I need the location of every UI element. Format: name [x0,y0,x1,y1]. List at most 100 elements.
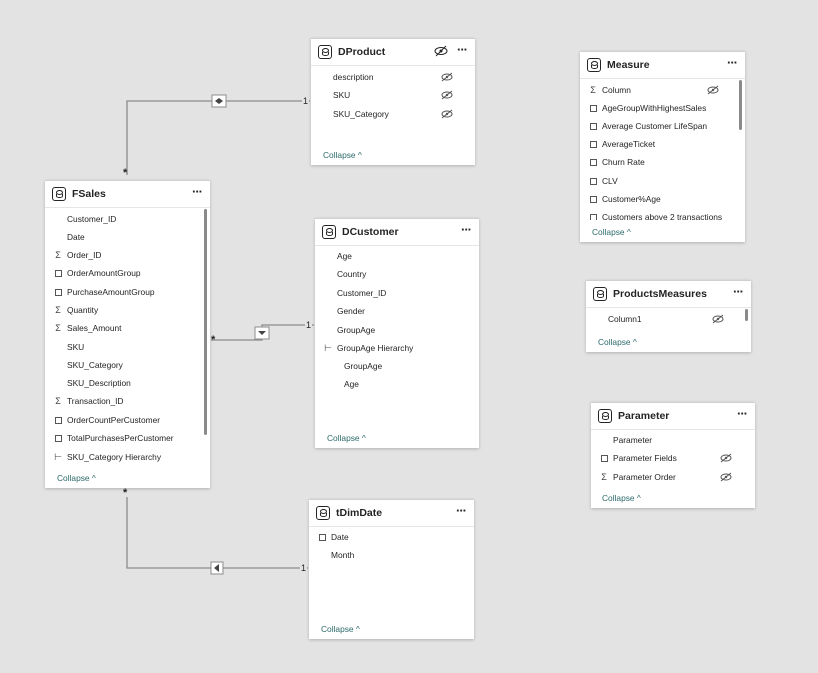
collapse-button[interactable]: Collapse ^ [323,150,362,160]
field-row[interactable]: Customer_ID [315,284,479,302]
field-row[interactable]: Age [315,247,479,265]
table-card-dproduct[interactable]: DProduct ··· description SKU SKU_Categor… [311,38,475,165]
field-row[interactable]: Customer_ID [45,210,210,228]
field-label: Age [337,251,352,261]
field-row[interactable]: Churn Rate [580,153,745,171]
table-header[interactable]: tDimDate ··· [309,500,474,527]
sigma-icon: Σ [55,305,61,315]
field-row[interactable]: Σ Sales_Amount [45,319,210,337]
table-card-productsmeasures[interactable]: ProductsMeasures ··· Column1 Collapse ^ [586,280,751,352]
more-options-icon[interactable]: ··· [461,222,472,237]
field-row[interactable]: Σ Quantity [45,301,210,319]
field-row[interactable]: Σ Column [580,81,745,99]
field-label: Parameter Order [613,472,676,482]
field-row[interactable]: Σ Order_ID [45,246,210,264]
table-header[interactable]: DCustomer ··· [315,219,479,246]
field-row[interactable]: Σ Transaction_ID [45,392,210,410]
calculator-icon [588,153,598,171]
field-row[interactable]: Month [309,546,474,564]
field-row[interactable]: Date [45,228,210,246]
eye-hidden-icon[interactable] [434,45,448,57]
table-header[interactable]: DProduct ··· [311,39,475,66]
table-card-measure[interactable]: Measure ··· Σ Column AgeGroupWithHighest… [580,51,745,242]
calculator-icon [588,190,598,208]
collapse-button[interactable]: Collapse ^ [592,227,631,237]
field-row[interactable]: SKU_Description [45,374,210,392]
hierarchy-icon: ⊢ [324,343,332,353]
field-row[interactable]: Parameter [591,431,755,449]
eye-hidden-icon[interactable] [720,472,732,482]
field-row[interactable]: Country [315,265,479,283]
field-row[interactable]: Column1 [586,310,751,328]
field-row[interactable]: Date [309,528,474,546]
eye-hidden-icon[interactable] [720,453,732,463]
table-icon [322,225,336,239]
field-row[interactable]: GroupAge [315,321,479,339]
more-options-icon[interactable]: ··· [733,284,744,299]
field-row[interactable]: OrderAmountGroup [45,264,210,282]
field-row[interactable]: GroupAge [315,357,479,375]
collapse-button[interactable]: Collapse ^ [327,433,366,443]
collapse-label: Collapse [57,473,90,483]
scrollbar[interactable] [739,80,742,130]
field-row[interactable]: SKU [311,86,475,104]
relationship-fsales-tdimdate[interactable] [126,497,308,569]
table-header[interactable]: Parameter ··· [591,403,755,430]
field-row[interactable]: ⊢ SKU_Category Hierarchy [45,448,210,466]
collapse-button[interactable]: Collapse ^ [602,493,641,503]
field-row[interactable]: SKU [45,338,210,356]
field-row[interactable]: OrderCountPerCustomer [45,411,210,429]
field-label: SKU [67,342,85,352]
collapse-label: Collapse [323,150,356,160]
field-row[interactable]: PurchaseAmountGroup [45,283,210,301]
many-cardinality-dcustomer: * [211,334,216,346]
more-options-icon[interactable]: ··· [457,42,468,57]
calculator-icon [53,429,63,447]
table-title: DProduct [338,46,386,58]
field-row[interactable]: AgeGroupWithHighestSales [580,99,745,117]
table-card-tdimdate[interactable]: tDimDate ··· Date Month Collapse ^ [309,499,474,639]
eye-hidden-icon[interactable] [441,72,453,82]
table-header[interactable]: ProductsMeasures ··· [586,281,751,308]
eye-hidden-icon[interactable] [712,314,724,324]
field-row[interactable]: description [311,68,475,86]
table-title: FSales [72,188,106,200]
field-row[interactable]: Average Customer LifeSpan [580,117,745,135]
field-row[interactable]: CLV [580,172,745,190]
table-card-dcustomer[interactable]: DCustomer ··· Age Country Customer_ID Ge… [315,218,479,448]
calculated-column-icon [53,264,63,282]
table-title: DCustomer [342,226,399,238]
field-row[interactable]: ⊢ GroupAge Hierarchy [315,339,479,357]
field-row[interactable]: AverageTicket [580,135,745,153]
field-row[interactable]: Age [315,375,479,393]
eye-hidden-icon[interactable] [707,85,719,95]
collapse-button[interactable]: Collapse ^ [321,624,360,634]
relationship-fsales-dproduct[interactable] [126,100,310,175]
table-header[interactable]: FSales ··· [45,181,210,208]
more-options-icon[interactable]: ··· [456,503,467,518]
field-row[interactable]: SKU_Category [45,356,210,374]
calculated-column-icon [53,283,63,301]
field-row[interactable]: Σ Parameter Order [591,468,755,486]
collapse-button[interactable]: Collapse ^ [57,473,96,483]
field-row[interactable]: Gender [315,302,479,320]
more-options-icon[interactable]: ··· [737,406,748,421]
field-row[interactable]: Customer%Age [580,190,745,208]
field-row[interactable]: TotalPurchasesPerCustomer [45,429,210,447]
field-row[interactable]: Parameter Fields [591,449,755,467]
collapse-button[interactable]: Collapse ^ [598,337,637,347]
eye-hidden-icon[interactable] [441,90,453,100]
field-row[interactable]: SKU_Category [311,105,475,123]
table-card-fsales[interactable]: FSales ··· Customer_ID Date Σ Order_ID Or… [45,180,210,488]
table-header[interactable]: Measure ··· [580,52,745,79]
field-label: SKU_Category [333,109,389,119]
field-row[interactable]: Customers above 2 transactions [580,208,745,220]
eye-hidden-icon[interactable] [441,109,453,119]
more-options-icon[interactable]: ··· [192,184,203,199]
table-card-parameter[interactable]: Parameter ··· Parameter Parameter Fields… [591,402,755,508]
scrollbar[interactable] [745,309,748,321]
field-label: description [333,72,374,82]
field-label: Column [602,85,631,95]
scrollbar[interactable] [204,209,207,435]
more-options-icon[interactable]: ··· [727,55,738,70]
